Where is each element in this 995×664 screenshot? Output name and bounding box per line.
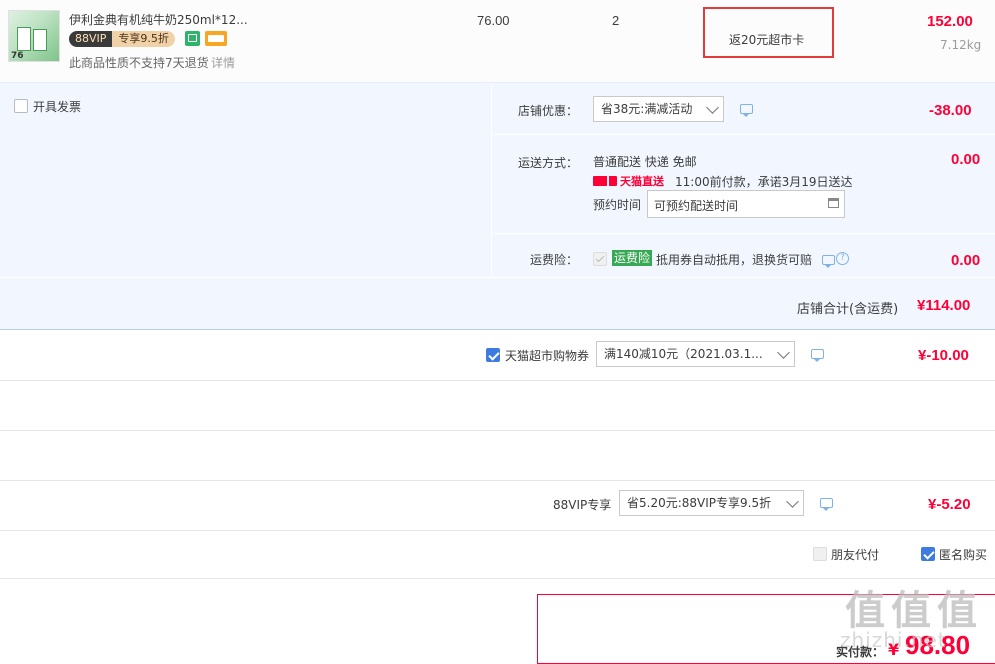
panel-row-divider [492, 233, 995, 234]
divider [0, 480, 995, 481]
shop-total-label: 店铺合计(含运费) [797, 302, 899, 317]
chevron-down-icon [777, 346, 790, 359]
insurance-checkbox[interactable] [593, 252, 607, 266]
card-icon [205, 31, 227, 46]
shop-discount-select[interactable]: 省38元:满减活动 [593, 96, 724, 122]
message-icon[interactable] [820, 498, 833, 511]
invoice-label[interactable]: 开具发票 [33, 98, 81, 115]
shop-discount-amount: -38.00 [929, 102, 972, 119]
shop-discount-label: 店铺优惠： [518, 104, 579, 118]
shipping-amount: 0.00 [951, 151, 981, 168]
no-return-notice: 此商品性质不支持7天退货 [69, 56, 209, 70]
insurance-desc: 抵用券自动抵用，退换货可赔 [656, 253, 813, 267]
coupon-select[interactable]: 满140减10元（2021.03.1... [596, 341, 795, 367]
service-icon-green [185, 31, 200, 46]
shop-total-amount: ¥114.00 [917, 297, 971, 314]
watermark-site: zhizhi.net [840, 628, 947, 652]
thumb-badge: 76 [11, 51, 24, 61]
detail-link[interactable]: 详情 [211, 54, 235, 71]
panel-bottom-border [0, 329, 995, 330]
message-icon[interactable] [822, 255, 835, 268]
shipping-method: 普通配送 快递 免邮 [593, 155, 697, 169]
panel-row-divider [492, 134, 995, 135]
shipping-label: 运送方式： [518, 156, 579, 170]
anonymous-label[interactable]: 匿名购买 [939, 546, 987, 563]
invoice-checkbox[interactable] [14, 99, 28, 113]
tmall-express-label: 天猫直送 [620, 175, 664, 188]
unit-price: 76.00 [477, 13, 510, 28]
chevron-down-icon [706, 101, 719, 114]
divider [0, 430, 995, 431]
help-icon[interactable]: ? [836, 252, 849, 265]
chevron-down-icon [786, 495, 799, 508]
message-icon[interactable] [740, 104, 753, 117]
item-weight: 7.12kg [940, 38, 982, 52]
friend-pay-label[interactable]: 朋友代付 [831, 546, 879, 563]
delivery-promise: 11:00前付款，承诺3月19日送达 [675, 175, 853, 189]
vip-badge-label: 88VIP [69, 31, 113, 47]
product-title-link[interactable]: 伊利金典有机纯牛奶250ml*12... [69, 11, 248, 28]
quantity: 2 [612, 13, 620, 28]
anonymous-checkbox[interactable] [921, 547, 935, 561]
promo-text: 返20元超市卡 [729, 33, 805, 47]
panel-row-divider [0, 277, 995, 278]
vip-select[interactable]: 省5.20元:88VIP专享9.5折 [619, 490, 804, 516]
coupon-checkbox[interactable] [486, 348, 500, 362]
milk-box-icon [33, 29, 47, 51]
vip-badge: 88VIP 专享9.5折 [69, 31, 175, 47]
insurance-label: 运费险： [530, 253, 579, 267]
insurance-amount: 0.00 [951, 252, 981, 269]
milk-box-icon [17, 27, 31, 51]
calendar-icon[interactable] [828, 198, 839, 208]
item-subtotal: 152.00 [927, 13, 973, 30]
message-icon[interactable] [811, 349, 824, 362]
vip-discount-label: 专享9.5折 [112, 31, 175, 47]
product-thumbnail[interactable]: 76 [8, 10, 60, 62]
panel-vertical-divider [491, 83, 492, 277]
friend-pay-checkbox[interactable] [813, 547, 827, 561]
order-info-panel [0, 83, 995, 330]
tmall-express-badge: 天猫直送 [593, 174, 664, 188]
vip-amount: ¥-5.20 [928, 496, 971, 513]
coupon-amount: ¥-10.00 [918, 347, 969, 364]
coupon-label[interactable]: 天猫超市购物券 [505, 347, 589, 364]
divider [0, 380, 995, 381]
watermark-logo: 值 值 值 [845, 588, 977, 634]
insurance-badge: 运费险 [612, 250, 653, 266]
divider [0, 530, 995, 531]
cat-logo-icon [593, 176, 617, 186]
appointment-input[interactable]: 可预约配送时间 [647, 190, 845, 218]
vip-label: 88VIP专享 [553, 498, 612, 512]
appointment-label: 预约时间 [593, 198, 642, 212]
